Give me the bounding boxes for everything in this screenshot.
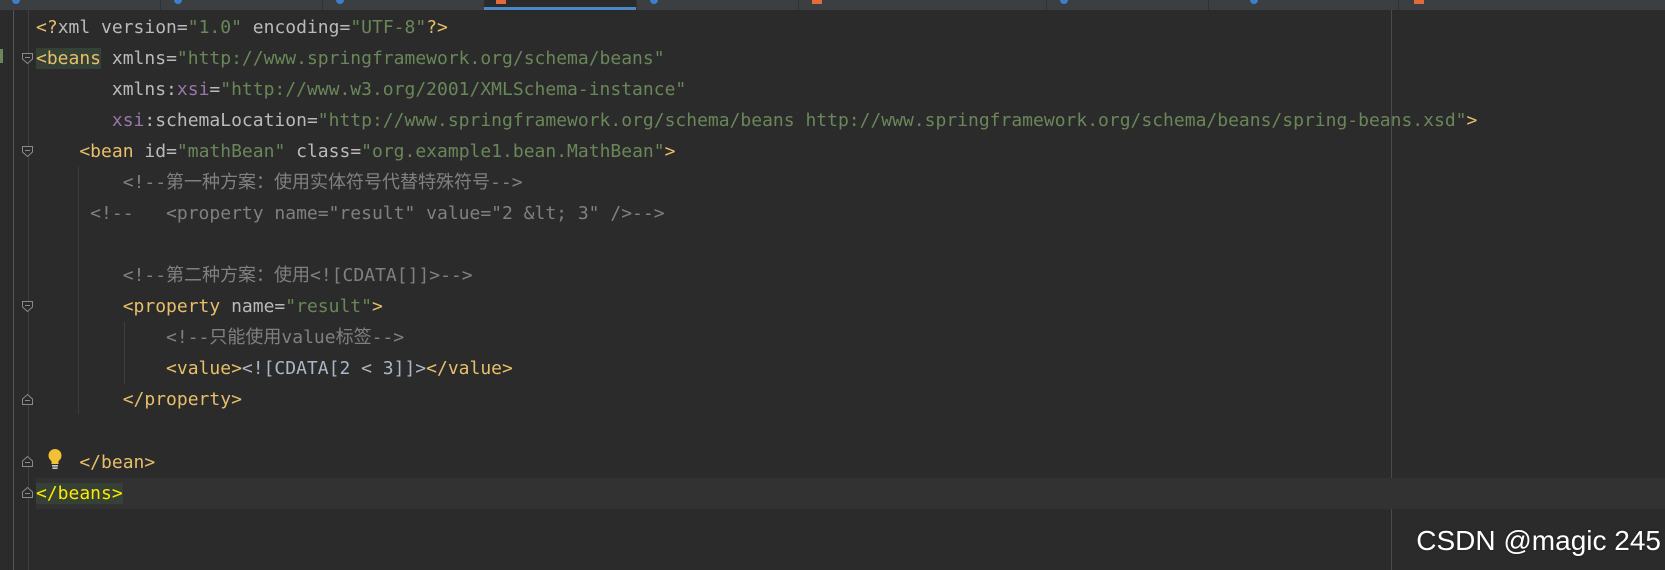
token: = [209, 79, 221, 100]
token: xsi [176, 79, 210, 100]
watermark: CSDN @magic 245 [1416, 525, 1661, 556]
fold-marker-icon[interactable] [21, 300, 34, 313]
token: <? [36, 17, 58, 38]
token: ?> [426, 17, 448, 38]
token: :schemaLocation [144, 110, 307, 131]
java-file-icon [1060, 0, 1068, 4]
token: xml version [57, 17, 177, 38]
token: "mathBean" [176, 141, 286, 162]
code-line-7[interactable]: <!-- <property name="result" value="2 &l… [36, 198, 664, 229]
token: = [166, 48, 177, 69]
token: > [664, 141, 676, 162]
beans-open-tag: <beans [36, 48, 102, 69]
code-line-9[interactable]: <!--第二种方案：使用<![CDATA[]]>--> [36, 260, 473, 291]
java-file-icon [1250, 0, 1258, 4]
token: = [166, 141, 177, 162]
gutter-divider [13, 10, 14, 570]
token: xmlns [101, 48, 167, 69]
token: <property [36, 296, 221, 317]
fold-end-icon[interactable] [21, 455, 34, 468]
token: "1.0" [187, 17, 242, 38]
token: <![CDATA[2 < 3]]> [241, 358, 427, 379]
editor-tab[interactable] [1048, 0, 1209, 10]
java-file-icon [650, 0, 658, 4]
token: <bean [36, 141, 134, 162]
token: xmlns [36, 79, 167, 100]
code-line-4[interactable]: xsi:schemaLocation="http://www.springfra… [36, 105, 1477, 136]
token: "org.example1.bean.MathBean" [361, 141, 665, 162]
token: <value> [36, 358, 242, 379]
token: id [133, 141, 167, 162]
beans-close-tag: </beans> [36, 483, 123, 504]
token: : [166, 79, 177, 100]
token: xsi [111, 110, 145, 131]
token: name [220, 296, 275, 317]
token: = [350, 141, 362, 162]
token: = [339, 17, 351, 38]
fold-marker-icon[interactable] [21, 52, 34, 65]
token: > [1466, 110, 1478, 131]
java-file-icon [12, 0, 20, 4]
editor-tab[interactable] [162, 0, 323, 10]
code-editor[interactable]: <?xml version="1.0" encoding="UTF-8"?> <… [0, 0, 1665, 570]
token: = [274, 296, 286, 317]
xml-file-icon [812, 0, 822, 4]
code-line-15[interactable]: </bean> [36, 447, 155, 478]
code-line-10[interactable]: <property name="result"> [36, 291, 383, 322]
code-line-16[interactable]: </beans> [36, 478, 123, 509]
token: class [285, 141, 351, 162]
java-file-icon [336, 0, 344, 4]
token: = [306, 110, 318, 131]
editor-tab[interactable] [1238, 0, 1399, 10]
code-line-6[interactable]: <!--第一种方案：使用实体符号代替特殊符号--> [36, 167, 523, 198]
editor-tab-active[interactable] [484, 0, 637, 10]
editor-tab[interactable] [0, 0, 161, 10]
token: "UTF-8" [350, 17, 427, 38]
code-line-2[interactable]: <beans xmlns="http://www.springframework… [36, 43, 665, 74]
token: "http://www.springframework.org/schema/b… [176, 48, 665, 69]
code-line-12[interactable]: <value><![CDATA[2 < 3]]></value> [36, 353, 513, 384]
token: </value> [426, 358, 513, 379]
token: "http://www.springframework.org/schema/b… [317, 110, 1467, 131]
editor-tab-bar [0, 0, 1665, 10]
code-line-11[interactable]: <!--只能使用value标签--> [36, 322, 404, 353]
code-line-3[interactable]: xmlns:xsi="http://www.w3.org/2001/XMLSch… [36, 74, 686, 105]
code-line-5[interactable]: <bean id="mathBean" class="org.example1.… [36, 136, 675, 167]
code-line-1[interactable]: <?xml version="1.0" encoding="UTF-8"?> [36, 12, 448, 43]
fold-end-icon[interactable] [21, 393, 34, 406]
code-line-13[interactable]: </property> [36, 384, 242, 415]
current-line-highlight [36, 478, 1665, 509]
editor-tab[interactable] [638, 0, 799, 10]
editor-tab[interactable] [800, 0, 1047, 10]
editor-tab[interactable] [1402, 0, 1665, 10]
xml-file-icon [496, 0, 506, 4]
token: "result" [285, 296, 372, 317]
java-file-icon [174, 0, 182, 4]
fold-marker-icon[interactable] [21, 145, 34, 158]
token: = [176, 17, 188, 38]
fold-end-icon[interactable] [21, 486, 34, 499]
token: > [371, 296, 383, 317]
token: encoding [241, 17, 340, 38]
editor-tab[interactable] [324, 0, 485, 10]
change-marker [0, 49, 3, 63]
xml-file-icon [1414, 0, 1424, 4]
token: "http://www.w3.org/2001/XMLSchema-instan… [220, 79, 687, 100]
